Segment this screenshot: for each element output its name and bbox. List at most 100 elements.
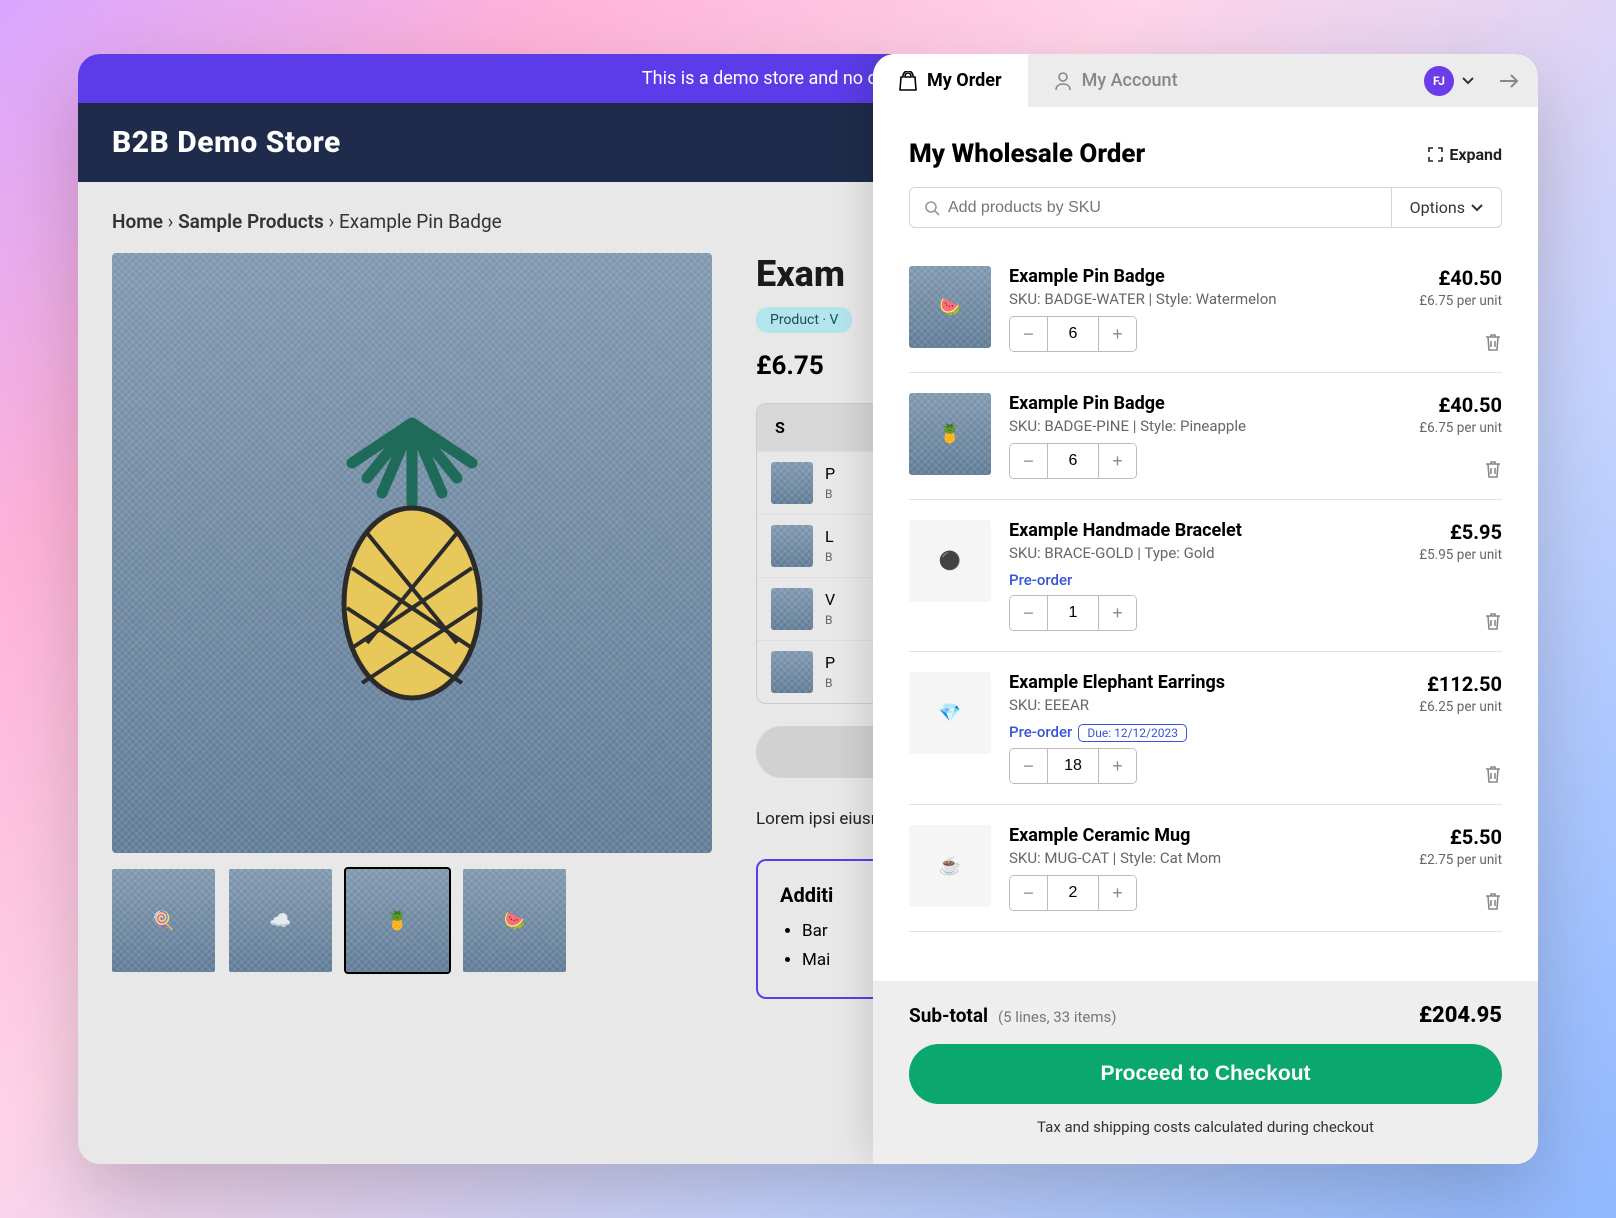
cart-item-unit-price: £5.95 per unit	[1419, 547, 1502, 563]
cart-item-unit-price: £6.75 per unit	[1419, 420, 1502, 436]
quantity-stepper: −+	[1009, 443, 1137, 479]
qty-input[interactable]	[1047, 876, 1099, 910]
variant-thumb	[771, 588, 813, 630]
cart-item-image[interactable]: 🍉	[909, 266, 991, 348]
variant-sku: B	[825, 550, 832, 564]
bag-icon	[899, 71, 917, 91]
subtotal-meta: (5 lines, 33 items)	[998, 1008, 1116, 1026]
qty-increase[interactable]: +	[1099, 444, 1136, 478]
tab-my-order[interactable]: My Order	[873, 54, 1028, 107]
subtotal-label: Sub-total	[909, 1004, 988, 1027]
cart-drawer: My Order My Account FJ My Wholesale Orde…	[873, 54, 1538, 1164]
qty-increase[interactable]: +	[1099, 876, 1136, 910]
drawer-footer: Sub-total (5 lines, 33 items) £204.95 Pr…	[873, 981, 1538, 1164]
cart-item: 🍍Example Pin BadgeSKU: BADGE-PINE | Styl…	[909, 373, 1502, 500]
cart-item: 💎Example Elephant EarringsSKU: EEEARPre-…	[909, 652, 1502, 805]
cart-item-price: £5.95	[1419, 520, 1502, 544]
cart-item: ☕ Example Ceramic Mug SKU: MUG-CAT | Style…	[909, 805, 1502, 932]
pineapple-icon	[312, 393, 512, 713]
variant-sku: B	[825, 487, 832, 501]
close-drawer-button[interactable]	[1492, 72, 1538, 90]
product-pill: Product · V	[756, 307, 852, 333]
remove-item-button[interactable]	[1484, 891, 1502, 911]
cart-item-name[interactable]: Example Handmade Bracelet	[1009, 520, 1401, 541]
remove-item-button[interactable]	[1484, 459, 1502, 479]
cart-item-image[interactable]: ☕	[909, 825, 991, 907]
variant-sku: B	[825, 613, 832, 627]
chevron-down-icon	[1462, 77, 1474, 85]
sku-search-bar: Options	[909, 187, 1502, 228]
qty-decrease[interactable]: −	[1010, 749, 1047, 783]
variant-label: V	[825, 590, 835, 609]
cart-item-image[interactable]: ⚫	[909, 520, 991, 602]
qty-input[interactable]	[1047, 317, 1099, 351]
thumb-2[interactable]: ☁️	[229, 869, 332, 972]
account-menu[interactable]: FJ	[1424, 66, 1492, 96]
cart-item-meta: SKU: MUG-CAT | Style: Cat Mom	[1009, 849, 1401, 867]
cart-item-meta: SKU: BADGE-WATER | Style: Watermelon	[1009, 290, 1401, 308]
cart-item-image[interactable]: 🍍	[909, 393, 991, 475]
cart-item-price: £5.50	[1419, 825, 1502, 849]
qty-increase[interactable]: +	[1099, 749, 1136, 783]
cart-item-meta: SKU: BRACE-GOLD | Type: Gold	[1009, 544, 1401, 562]
remove-item-button[interactable]	[1484, 332, 1502, 352]
cart-item-meta: SKU: EEEAR	[1009, 696, 1401, 714]
remove-item-button[interactable]	[1484, 611, 1502, 631]
preorder-label: Pre-order	[1009, 571, 1072, 589]
due-badge: Due: 12/12/2023	[1078, 724, 1187, 742]
sku-input[interactable]	[948, 199, 1377, 217]
brand-logo[interactable]: B2B Demo Store	[112, 125, 341, 160]
cart-item-name[interactable]: Example Pin Badge	[1009, 393, 1401, 414]
cart-item-price: £40.50	[1419, 266, 1502, 290]
quantity-stepper: −+	[1009, 595, 1137, 631]
cart-item: ⚫ Example Handmade Bracelet SKU: BRACE-GOL…	[909, 500, 1502, 652]
qty-decrease[interactable]: −	[1010, 317, 1047, 351]
gallery-thumbs: 🍭 ☁️ 🍍 🍉	[112, 869, 712, 972]
cart-item-name[interactable]: Example Pin Badge	[1009, 266, 1401, 287]
qty-increase[interactable]: +	[1099, 317, 1136, 351]
cart-list: 🍉 Example Pin Badge SKU: BADGE-WATER | Sty…	[909, 246, 1502, 932]
thumb-1[interactable]: 🍭	[112, 869, 215, 972]
thumb-4[interactable]: 🍉	[463, 869, 566, 972]
product-gallery: 🍭 ☁️ 🍍 🍉	[112, 253, 712, 999]
quantity-stepper: −+	[1009, 316, 1137, 352]
cart-item-price: £40.50	[1419, 393, 1502, 417]
cart-item-price: £112.50	[1419, 672, 1502, 696]
qty-input[interactable]	[1047, 444, 1099, 478]
qty-decrease[interactable]: −	[1010, 596, 1047, 630]
expand-icon	[1428, 147, 1443, 162]
gallery-main-image[interactable]	[112, 253, 712, 853]
cart-item-name[interactable]: Example Ceramic Mug	[1009, 825, 1401, 846]
variant-label: L	[825, 527, 834, 546]
drawer-title: My Wholesale Order	[909, 139, 1145, 169]
tab-my-account[interactable]: My Account	[1028, 54, 1204, 107]
subtotal-amount: £204.95	[1419, 1003, 1502, 1028]
expand-button[interactable]: Expand	[1428, 145, 1502, 164]
cart-item-unit-price: £6.25 per unit	[1419, 699, 1502, 715]
person-icon	[1054, 71, 1072, 91]
variant-thumb	[771, 651, 813, 693]
qty-input[interactable]	[1047, 749, 1099, 783]
breadcrumb-home[interactable]: Home	[112, 210, 163, 233]
chevron-down-icon	[1471, 204, 1483, 212]
variant-thumb	[771, 462, 813, 504]
checkout-button[interactable]: Proceed to Checkout	[909, 1044, 1502, 1104]
cart-item-unit-price: £2.75 per unit	[1419, 852, 1502, 868]
cart-item-unit-price: £6.75 per unit	[1419, 293, 1502, 309]
remove-item-button[interactable]	[1484, 764, 1502, 784]
qty-input[interactable]	[1047, 596, 1099, 630]
cart-item-name[interactable]: Example Elephant Earrings	[1009, 672, 1401, 693]
thumb-3[interactable]: 🍍	[346, 869, 449, 972]
avatar: FJ	[1424, 66, 1454, 96]
breadcrumb-category[interactable]: Sample Products	[178, 210, 324, 233]
qty-decrease[interactable]: −	[1010, 876, 1047, 910]
cart-item: 🍉 Example Pin Badge SKU: BADGE-WATER | Sty…	[909, 246, 1502, 373]
variant-label: P	[825, 464, 835, 483]
drawer-content: My Wholesale Order Expand Options 🍉 Examp…	[873, 107, 1538, 981]
qty-increase[interactable]: +	[1099, 596, 1136, 630]
cart-item-image[interactable]: 💎	[909, 672, 991, 754]
options-dropdown[interactable]: Options	[1391, 188, 1501, 227]
drawer-tabs: My Order My Account FJ	[873, 54, 1538, 107]
app-window: This is a demo store and no orders will …	[78, 54, 1538, 1164]
qty-decrease[interactable]: −	[1010, 444, 1047, 478]
